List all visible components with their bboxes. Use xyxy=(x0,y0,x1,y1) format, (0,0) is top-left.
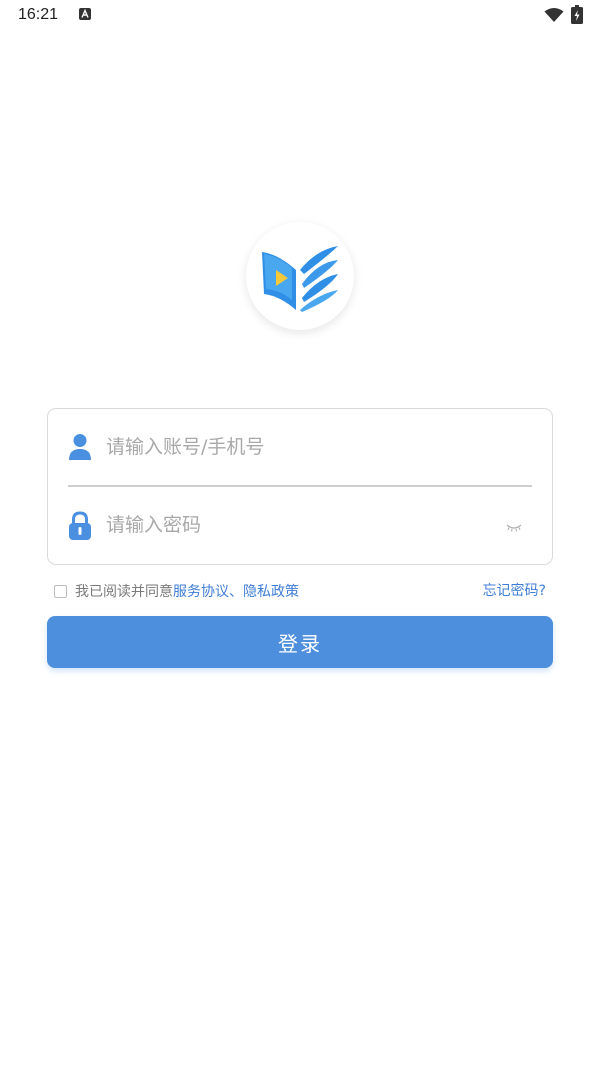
forgot-password-link[interactable]: 忘记密码? xyxy=(483,581,546,601)
agreement-prefix: 我已阅读并同意 xyxy=(75,584,173,600)
privacy-policy-link[interactable]: 隐私政策 xyxy=(243,581,299,601)
eye-closed-icon[interactable] xyxy=(506,519,522,532)
account-input[interactable] xyxy=(106,429,486,465)
login-button[interactable]: 登录 xyxy=(47,616,553,668)
lock-icon xyxy=(68,511,92,545)
status-time: 16:21 xyxy=(18,6,59,23)
status-bar: 16:21 xyxy=(0,0,600,32)
agreement-separator: 、 xyxy=(229,584,243,600)
service-agreement-link[interactable]: 服务协议 xyxy=(173,581,229,601)
notification-a-icon xyxy=(79,8,91,20)
battery-icon xyxy=(571,5,583,24)
login-card xyxy=(47,408,553,565)
agreement-row: 我已阅读并同意 服务协议 、 隐私政策 xyxy=(54,581,299,601)
password-field xyxy=(48,487,552,563)
app-logo xyxy=(246,222,354,330)
user-icon xyxy=(68,433,92,465)
wifi-icon xyxy=(544,7,564,23)
agreement-checkbox[interactable] xyxy=(54,584,67,598)
login-screen: 16:21 请输入账号/手机号 我已阅读并同意 服务协议 、 隐私政策 忘记密码… xyxy=(0,0,600,1067)
account-field xyxy=(48,409,552,487)
book-play-logo-icon xyxy=(262,246,338,312)
password-input[interactable] xyxy=(106,507,486,543)
